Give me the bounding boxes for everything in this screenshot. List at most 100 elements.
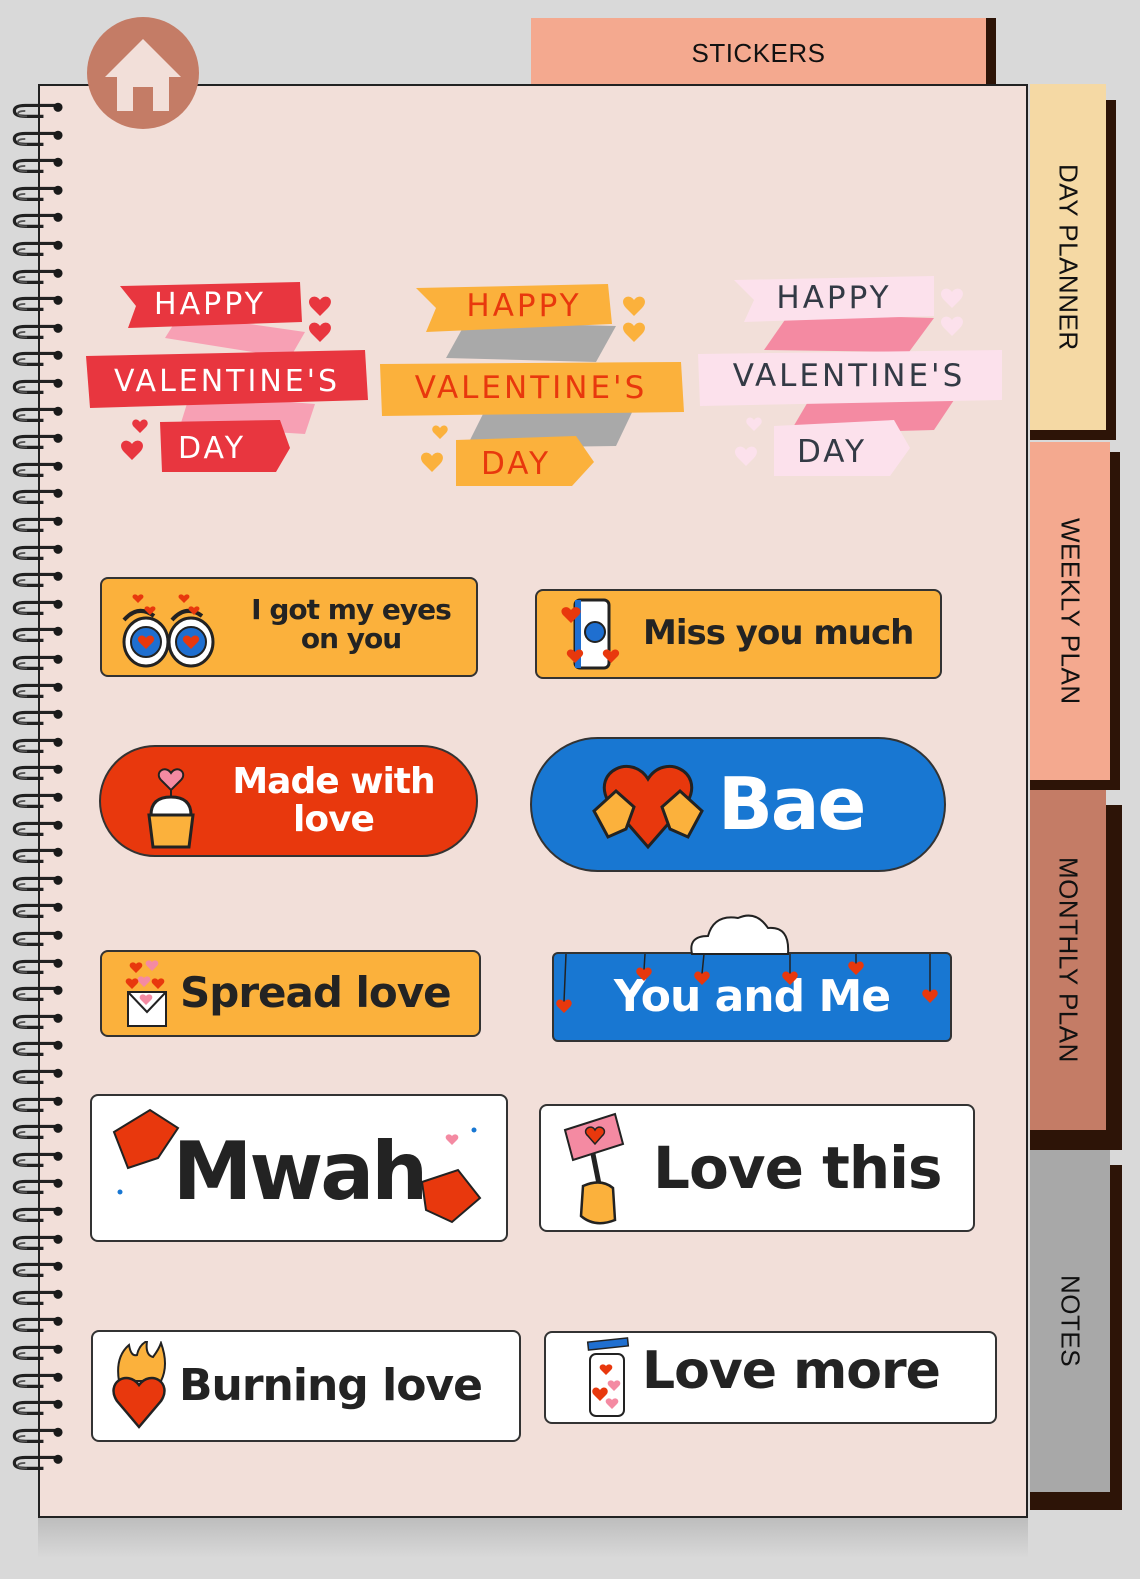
banner-ribbon-icon: HAPPY VALENTINE'S DAY bbox=[86, 282, 368, 472]
valentine-banner-sticker[interactable]: HAPPY VALENTINE'S DAY bbox=[694, 270, 1004, 485]
spiral-ring bbox=[12, 323, 63, 339]
tab-day-planner-label: DAY PLANNER bbox=[1053, 163, 1084, 351]
sticker-you-and-me[interactable]: You and Me bbox=[552, 912, 952, 1042]
spiral-ring bbox=[12, 792, 63, 808]
tab-notes[interactable]: NOTES bbox=[1030, 1150, 1110, 1492]
banner-line3: DAY bbox=[481, 446, 551, 482]
spiral-ring bbox=[12, 820, 63, 836]
spiral-ring bbox=[12, 157, 63, 174]
spiral-ring bbox=[12, 1289, 63, 1305]
spiral-ring bbox=[12, 930, 63, 946]
phone-heart-icon bbox=[561, 598, 620, 670]
banner-line1: HAPPY bbox=[154, 287, 266, 322]
page-shadow bbox=[38, 1518, 1028, 1558]
tab-day-planner[interactable]: DAY PLANNER bbox=[1030, 84, 1106, 430]
sticker-burning-love[interactable]: Burning love bbox=[91, 1330, 521, 1442]
spiral-ring bbox=[12, 1041, 63, 1057]
spiral-ring bbox=[12, 1096, 63, 1112]
spiral-ring bbox=[12, 571, 63, 588]
heart-eyes-icon bbox=[122, 594, 215, 668]
spiral-ring bbox=[12, 1344, 63, 1360]
spiral-ring bbox=[12, 958, 63, 974]
spiral-ring bbox=[12, 1399, 63, 1416]
valentine-banner-sticker[interactable]: HAPPY VALENTINE'S DAY bbox=[80, 276, 375, 481]
sticker-bae[interactable]: Bae bbox=[530, 737, 946, 872]
envelope-hearts-icon bbox=[125, 959, 167, 1027]
spiral-ring bbox=[12, 268, 63, 284]
tab-stickers-label: STICKERS bbox=[691, 37, 826, 68]
lips-icon bbox=[112, 1108, 482, 1224]
spiral-ring bbox=[12, 185, 63, 201]
banner-line2: VALENTINE'S bbox=[733, 358, 966, 394]
sticker-love-this[interactable]: Love this bbox=[539, 1104, 975, 1232]
spiral-ring bbox=[12, 1317, 63, 1333]
spiral-ring bbox=[12, 433, 63, 450]
spiral-ring bbox=[12, 682, 63, 698]
banner-ribbon-icon: HAPPY VALENTINE'S DAY bbox=[380, 284, 684, 486]
sticker-text: Burning love bbox=[179, 1359, 483, 1411]
spiral-ring bbox=[12, 1427, 63, 1443]
sticker-eyes-on-you[interactable]: I got my eyes on you bbox=[100, 577, 478, 677]
sticker-text: on you bbox=[300, 622, 402, 655]
spiral-ring bbox=[12, 1234, 63, 1250]
tab-notes-label: NOTES bbox=[1055, 1274, 1086, 1368]
spiral-ring bbox=[12, 378, 63, 394]
sticker-text: love bbox=[293, 799, 375, 840]
sticker-text: I got my eyes bbox=[251, 592, 452, 626]
spiral-ring bbox=[12, 295, 63, 312]
tab-weekly-plan[interactable]: WEEKLY PLAN bbox=[1030, 442, 1110, 780]
banner-line2: VALENTINE'S bbox=[114, 364, 340, 399]
sticker-made-with-love[interactable]: Made with love bbox=[99, 745, 478, 857]
sticker-love-more[interactable]: Love more bbox=[544, 1331, 997, 1424]
sticker-mwah[interactable]: Mwah bbox=[90, 1094, 508, 1242]
sticker-text: Spread love bbox=[180, 968, 452, 1018]
valentine-banner-sticker[interactable]: HAPPY VALENTINE'S DAY bbox=[376, 276, 686, 491]
banner-line3: DAY bbox=[178, 431, 246, 466]
banner-line2: VALENTINE'S bbox=[415, 370, 648, 406]
spiral-ring bbox=[12, 516, 63, 532]
hand-sign-heart-icon bbox=[563, 1112, 625, 1225]
spiral-ring bbox=[12, 1179, 63, 1195]
spiral-ring bbox=[12, 1068, 63, 1084]
home-button[interactable] bbox=[87, 17, 199, 129]
spiral-ring bbox=[12, 599, 63, 615]
spiral-ring bbox=[12, 765, 63, 781]
spiral-ring bbox=[12, 985, 63, 1002]
spiral-ring bbox=[12, 1123, 63, 1140]
spiral-ring bbox=[12, 627, 63, 643]
sticker-text: Miss you much bbox=[643, 613, 914, 654]
spiral-ring bbox=[12, 489, 63, 505]
banner-line1: HAPPY bbox=[776, 280, 891, 316]
spiral-ring bbox=[12, 240, 63, 256]
jar-hearts-icon bbox=[586, 1336, 630, 1417]
sticker-text: Love this bbox=[653, 1133, 943, 1202]
tab-monthly-plan[interactable]: MONTHLY PLAN bbox=[1030, 790, 1106, 1130]
spiral-ring bbox=[12, 1261, 63, 1278]
spiral-ring bbox=[12, 213, 63, 229]
spiral-binding bbox=[8, 100, 68, 1500]
spiral-ring bbox=[12, 1206, 63, 1222]
sticker-text: Bae bbox=[718, 761, 866, 846]
sticker-spread-love[interactable]: Spread love bbox=[100, 950, 481, 1037]
spiral-ring bbox=[12, 406, 63, 422]
banner-line1: HAPPY bbox=[466, 288, 581, 324]
tab-monthly-plan-label: MONTHLY PLAN bbox=[1053, 857, 1084, 1063]
hands-heart-icon bbox=[592, 764, 704, 849]
spiral-ring bbox=[12, 903, 63, 919]
spiral-ring bbox=[12, 654, 63, 670]
spiral-ring bbox=[12, 102, 63, 118]
spiral-ring bbox=[12, 737, 63, 753]
banner-line3: DAY bbox=[797, 434, 867, 470]
cloud-hearts-icon bbox=[556, 914, 938, 1013]
spiral-ring bbox=[12, 544, 63, 560]
spiral-ring bbox=[12, 847, 63, 864]
tab-stickers[interactable]: STICKERS bbox=[531, 18, 986, 84]
spiral-ring bbox=[12, 709, 63, 726]
spiral-ring bbox=[12, 1151, 63, 1167]
sticker-text: Love more bbox=[642, 1341, 941, 1402]
sticker-miss-you-much[interactable]: Miss you much bbox=[535, 589, 942, 679]
burning-heart-icon bbox=[112, 1341, 166, 1429]
home-icon bbox=[105, 39, 181, 111]
spiral-ring bbox=[12, 130, 63, 146]
tab-shadow bbox=[986, 18, 996, 84]
